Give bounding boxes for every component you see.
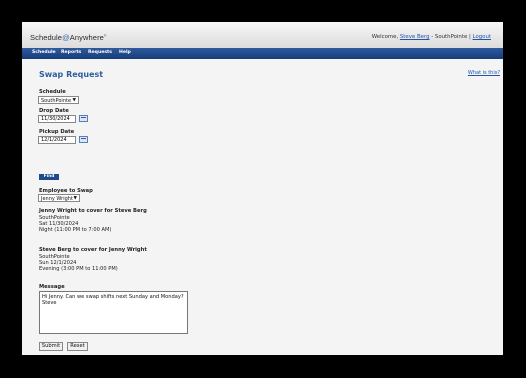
logo: Schedule@Anywhere® xyxy=(30,33,107,42)
calendar-icon[interactable] xyxy=(79,136,88,143)
schedule-label: Schedule xyxy=(39,89,66,95)
nav-bar: Schedule Reports Requests Help xyxy=(22,48,503,59)
logo-suffix: Anywhere xyxy=(69,33,104,42)
nav-reports[interactable]: Reports xyxy=(61,50,81,55)
drop-date-label: Drop Date xyxy=(39,108,69,114)
swap-heading: Jenny Wright to cover for Steve Berg xyxy=(39,208,147,214)
header-bar: Schedule@Anywhere® Welcome, Steve Berg -… xyxy=(22,22,503,48)
what-is-this-link[interactable]: What is this? xyxy=(468,70,500,76)
welcome-text: Welcome, Steve Berg - SouthPointe | Logo… xyxy=(372,34,491,40)
employee-select[interactable]: Jenny Wright ▼ xyxy=(38,194,80,202)
swap-shift: Night (11:00 PM to 7:00 AM) xyxy=(39,227,112,233)
page-title: Swap Request xyxy=(39,70,104,79)
welcome-prefix: Welcome, xyxy=(371,34,399,40)
pickup-date-input[interactable]: 12/1/2024 xyxy=(38,136,76,144)
pickup-date-label: Pickup Date xyxy=(39,129,75,135)
chevron-down-icon: ▼ xyxy=(72,98,76,103)
message-textarea[interactable]: Hi Jenny. Can we swap shifts next Sunday… xyxy=(39,291,188,334)
schedule-select[interactable]: SouthPointe ▼ xyxy=(38,96,79,104)
calendar-icon[interactable] xyxy=(79,115,88,122)
nav-schedule[interactable]: Schedule xyxy=(32,50,56,55)
user-name-link[interactable]: Steve Berg xyxy=(400,34,430,40)
reset-button[interactable]: Reset xyxy=(67,342,88,351)
logo-mark: @ xyxy=(62,33,70,42)
drop-date-input[interactable]: 11/30/2024 xyxy=(38,115,76,123)
find-button[interactable]: Find xyxy=(39,174,59,180)
schedule-select-value: SouthPointe xyxy=(41,98,72,104)
submit-button[interactable]: Submit xyxy=(39,342,63,351)
employee-select-value: Jenny Wright xyxy=(41,196,73,202)
swap-shift: Evening (3:00 PM to 11:00 PM) xyxy=(39,266,118,272)
location-label: - SouthPointe | xyxy=(431,34,471,40)
app-window: Schedule@Anywhere® Welcome, Steve Berg -… xyxy=(22,22,503,355)
nav-requests[interactable]: Requests xyxy=(88,50,112,55)
nav-help[interactable]: Help xyxy=(119,50,131,55)
chevron-down-icon: ▼ xyxy=(73,196,77,201)
message-label: Message xyxy=(39,284,65,290)
logout-link[interactable]: Logout xyxy=(473,34,491,40)
swap-heading: Steve Berg to cover for Jenny Wright xyxy=(39,247,147,253)
logo-text: Schedule xyxy=(30,33,63,42)
